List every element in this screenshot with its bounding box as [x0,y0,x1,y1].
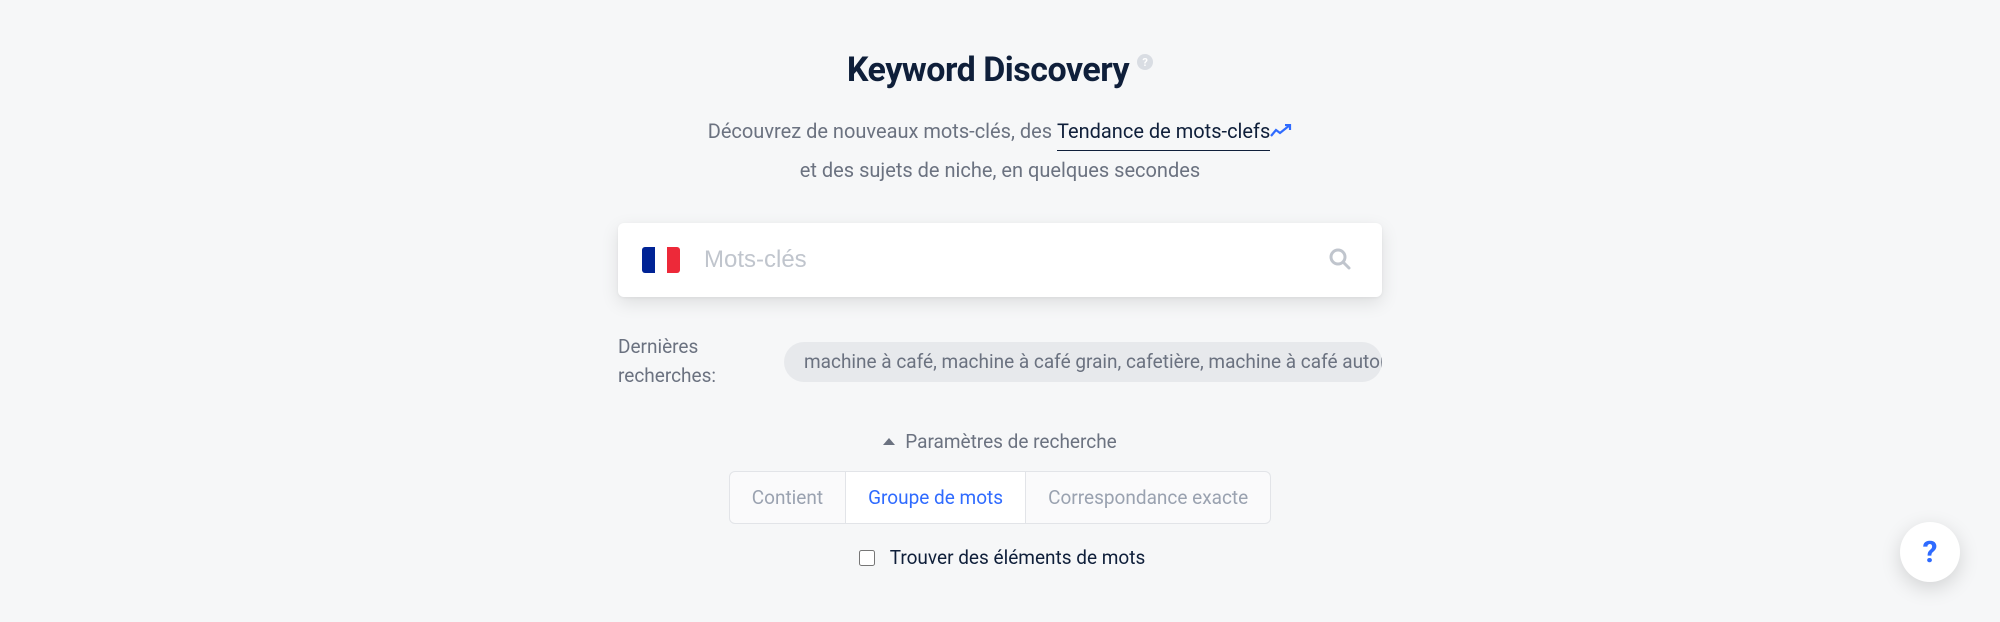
match-mode-tabs: Contient Groupe de mots Correspondance e… [729,471,1271,524]
caret-up-icon [883,438,895,445]
locale-flag-button[interactable] [642,247,680,273]
trending-keywords-link[interactable]: Tendance de mots-clefs [1057,112,1270,151]
keyword-input[interactable] [702,245,1300,275]
search-button[interactable] [1322,241,1358,280]
find-word-elements-label: Trouver des éléments de mots [890,546,1146,569]
subtitle-pre: Découvrez de nouveaux mots-clés, des [708,119,1057,143]
tab-exact-match[interactable]: Correspondance exacte [1026,471,1271,524]
recent-search-chip[interactable]: machine à café, machine à café grain, ca… [784,342,1382,382]
recent-searches-label: Dernières recherches: [618,333,728,390]
search-icon [1328,247,1352,274]
keyword-search-box [618,223,1382,297]
trending-keywords-label: Tendance de mots-clefs [1057,112,1270,150]
tab-contains[interactable]: Contient [729,471,846,524]
trend-chart-icon [1270,124,1292,138]
help-fab[interactable]: ? [1900,522,1960,582]
page-subtitle: Découvrez de nouveaux mots-clés, des Ten… [708,112,1293,189]
tab-label: Groupe de mots [868,486,1003,509]
recent-searches-row: Dernières recherches: machine à café, ma… [618,333,1382,390]
page-title-row: Keyword Discovery ? [847,50,1153,90]
subtitle-post: et des sujets de niche, en quelques seco… [800,158,1200,182]
find-word-elements-row[interactable]: Trouver des éléments de mots [855,546,1146,569]
tab-label: Contient [752,486,823,509]
question-icon: ? [1923,535,1938,570]
find-word-elements-checkbox[interactable] [859,550,875,566]
recent-search-text: machine à café, machine à café grain, ca… [804,350,1382,373]
search-params-label: Paramètres de recherche [905,430,1117,453]
help-icon[interactable]: ? [1137,54,1153,70]
tab-label: Correspondance exacte [1048,486,1248,509]
tab-word-group[interactable]: Groupe de mots [846,471,1026,524]
page-title: Keyword Discovery [847,50,1129,90]
search-params-toggle[interactable]: Paramètres de recherche [883,430,1117,453]
